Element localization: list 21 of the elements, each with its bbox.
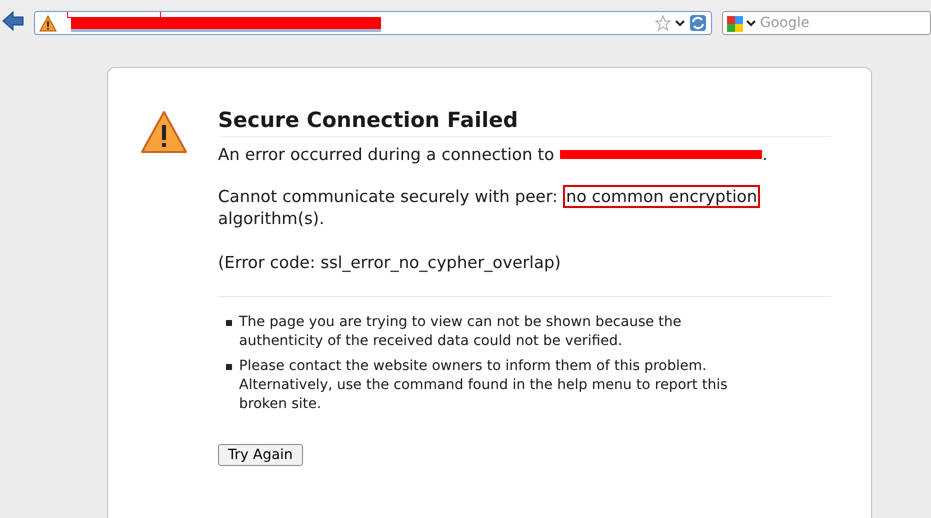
star-icon[interactable]: [655, 15, 671, 31]
google-icon[interactable]: [726, 15, 744, 33]
try-again-button[interactable]: Try Again: [218, 444, 303, 466]
dropdown-icon[interactable]: [675, 19, 685, 27]
error-detail: Cannot communicate securely with peer: no common encryption algorithm(s).: [218, 186, 831, 230]
highlight-box: no common encryption: [563, 185, 760, 208]
back-icon[interactable]: [2, 11, 24, 31]
error-message: An error occurred during a connection to: [218, 145, 554, 164]
bullet-icon: [226, 320, 232, 326]
search-field[interactable]: Google: [722, 11, 931, 35]
warning-icon: [39, 14, 57, 32]
bullet-text: Please contact the website owners to inform them of this problem. Alternatively, use the command found in the help menu to report this broken site.: [239, 357, 729, 414]
bullet-text: The page you are trying to view can not be shown because the authenticity of the received data could not be verified.: [239, 313, 682, 351]
error-title: Secure Connection Failed: [218, 108, 831, 137]
punctuation: .: [762, 145, 768, 164]
warning-icon: [140, 110, 188, 154]
address-field[interactable]: [34, 11, 712, 35]
reload-icon[interactable]: [689, 14, 707, 32]
dropdown-icon[interactable]: [746, 19, 756, 27]
bullet-icon: [226, 364, 232, 370]
error-code: (Error code: ssl_error_no_cypher_overlap): [218, 252, 562, 274]
